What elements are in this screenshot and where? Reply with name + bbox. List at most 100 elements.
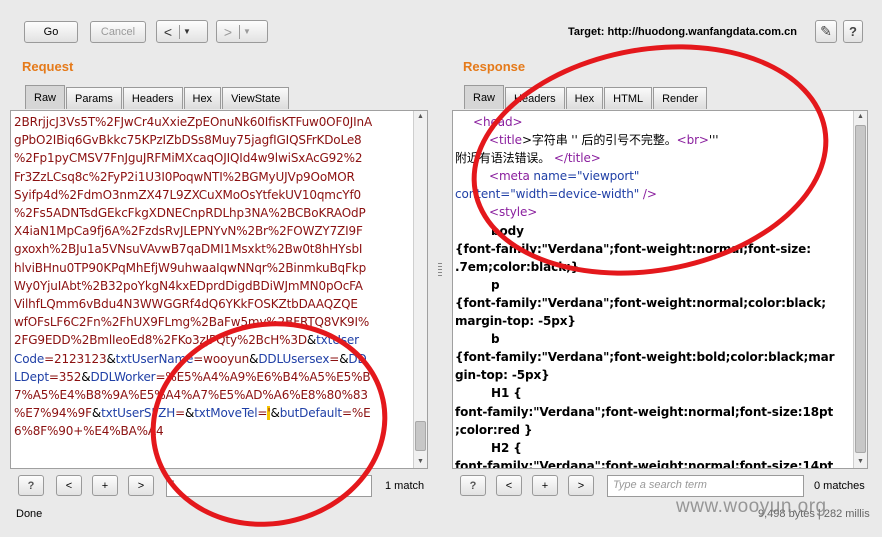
scrollbar-thumb[interactable] <box>855 125 866 453</box>
response-line: H2 { <box>455 439 867 457</box>
cancel-button[interactable]: Cancel <box>90 21 146 43</box>
response-tabs: Raw Headers Hex HTML Render <box>464 85 708 109</box>
response-token: > <box>527 205 538 220</box>
request-scrollbar[interactable]: ▲ ▼ <box>413 111 427 468</box>
help-button[interactable]: ? <box>843 20 863 43</box>
response-help-button[interactable]: ? <box>460 475 486 496</box>
request-token: txtUser <box>316 333 359 348</box>
request-add-button[interactable]: + <box>92 475 118 496</box>
request-token: 2FG9EDD%2BmlIeoEd8%2FKo3zJPQty%2BcH%3D <box>14 333 307 348</box>
response-token: </title> <box>553 151 601 166</box>
chevron-down-icon[interactable]: ▼ <box>180 27 194 36</box>
request-line: Syifp4d%2FdmO3nmZX47L9ZXCuXMoOsYtfekUV10… <box>11 186 427 204</box>
response-line: {font-family:"Verdana";font-weight:norma… <box>455 240 867 258</box>
prev-icon: < <box>65 479 73 492</box>
response-line: <head> <box>455 113 867 131</box>
prev-icon: < <box>505 479 513 492</box>
scroll-up-icon[interactable]: ▲ <box>414 111 427 123</box>
tab-hex[interactable]: Hex <box>565 87 604 109</box>
scrollbar-thumb[interactable] <box>415 421 426 451</box>
response-token: meta <box>498 169 530 184</box>
tab-headers[interactable]: Headers <box>122 87 183 109</box>
forward-button[interactable]: > ▼ <box>216 20 268 43</box>
request-token: Wy0YjuIAbt%2B32poYkgN4kxEDprdDigdBDiWJmM… <box>14 278 363 293</box>
request-line: gPbO2IBiq6GvBkkc75KPzIZbDSs8Muy75jagfIGI… <box>11 131 427 149</box>
tab-raw[interactable]: Raw <box>464 85 505 109</box>
edit-target-button[interactable]: ✎ <box>815 20 837 43</box>
scroll-down-icon[interactable]: ▼ <box>854 456 867 468</box>
request-token: Code <box>14 351 45 366</box>
response-token: /> <box>639 187 657 202</box>
request-tabs: Raw Params Headers Hex ViewState <box>25 85 290 109</box>
response-token: 附近有语法错误。 <box>455 151 554 166</box>
response-line: <meta name="viewport" <box>455 167 867 185</box>
status-text: Done <box>16 508 43 520</box>
forward-arrow-icon: > <box>223 23 233 40</box>
request-body[interactable]: 2BRrjjcJ3Vs5T%2FJwCr4uXxieZpEOnuNk60Ifis… <box>11 111 427 441</box>
response-token: H1 { <box>491 386 522 401</box>
response-line: b <box>455 330 867 348</box>
response-token: H2 { <box>491 440 522 455</box>
request-token: & <box>185 406 195 421</box>
request-token: = <box>175 406 185 421</box>
response-token: content <box>455 187 501 202</box>
request-token: & <box>270 406 280 421</box>
response-token: style <box>498 205 528 220</box>
plus-icon: + <box>101 479 109 492</box>
tab-raw[interactable]: Raw <box>25 85 66 109</box>
tab-params[interactable]: Params <box>66 87 122 109</box>
response-line: body <box>455 222 867 240</box>
request-token: =' <box>257 406 271 421</box>
request-editor[interactable]: 2BRrjjcJ3Vs5T%2FJwCr4uXxieZpEOnuNk60Ifis… <box>10 110 428 469</box>
chevron-down-icon[interactable]: ▼ <box>240 27 254 36</box>
response-line: .7em;color:black;} <box>455 258 867 276</box>
request-token: =2123123 <box>44 351 107 366</box>
go-label: Go <box>43 26 59 38</box>
request-search-input[interactable]: ' <box>166 475 372 497</box>
response-line: {font-family:"Verdana";font-weight:norma… <box>455 294 867 312</box>
request-line: LDept=352&DDLWorker=%E5%A4%A9%E6%B4%A5%E… <box>11 368 427 386</box>
response-token: > <box>512 115 523 129</box>
request-token: wfOFsLF6C2Fn%2FhUX9FLmg%2BaFw5mv%2BFRTQ8… <box>14 315 370 330</box>
response-token: ''' <box>708 133 719 148</box>
request-prev-button[interactable]: < <box>56 475 82 496</box>
scroll-down-icon[interactable]: ▼ <box>414 456 427 468</box>
request-token: X4iaN1MpCa9fj6A%2FzdsRvJLEPNYvN%2Br%2FOW… <box>14 224 363 239</box>
back-button[interactable]: < ▼ <box>156 20 208 43</box>
tab-render[interactable]: Render <box>653 87 708 109</box>
request-line: 6%8F%90+%E4%BA%A4 <box>11 422 427 440</box>
response-editor[interactable]: <head> <title>字符串 '' 后的引号不完整。<br>''' 附近有语法… <box>452 110 868 469</box>
tab-viewstate[interactable]: ViewState <box>222 87 290 109</box>
response-add-button[interactable]: + <box>532 475 558 496</box>
request-title: Request <box>22 59 74 74</box>
request-line: VilhfLQmm6vBdu4N3WWGGRf4dQ6YKkFOSKZtbDAA… <box>11 295 427 313</box>
help-icon: ? <box>27 479 35 492</box>
response-search-input[interactable]: Type a search term <box>607 475 804 497</box>
request-token: txtUserName <box>115 351 194 366</box>
request-token: VilhfLQmm6vBdu4N3WWGGRf4dQ6YKkFOSKZtbDAA… <box>14 297 358 312</box>
tab-headers[interactable]: Headers <box>505 87 565 109</box>
request-line: 2BRrjjcJ3Vs5T%2FJwCr4uXxieZpEOnuNk60Ifis… <box>11 113 427 131</box>
pane-divider[interactable] <box>438 45 443 525</box>
request-token: =%E <box>341 406 371 421</box>
go-button[interactable]: Go <box>24 21 78 43</box>
request-help-button[interactable]: ? <box>18 475 44 496</box>
response-token: p <box>491 277 500 292</box>
response-token: font-family:"Verdana";font-weight:normal… <box>455 458 834 469</box>
scroll-up-icon[interactable]: ▲ <box>854 111 867 123</box>
request-token: & <box>306 333 317 348</box>
drag-handle-icon <box>438 263 442 277</box>
response-scrollbar[interactable]: ▲ ▼ <box>853 111 867 468</box>
request-next-button[interactable]: > <box>128 475 154 496</box>
next-icon: > <box>577 479 585 492</box>
request-line: Fr3ZzLCsq8c%2FyP2i1U3I0PoqwNTI%2BGMyUJVp… <box>11 168 427 186</box>
response-prev-button[interactable]: < <box>496 475 522 496</box>
request-token: LDept <box>14 369 49 384</box>
response-next-button[interactable]: > <box>568 475 594 496</box>
response-line: font-family:"Verdana";font-weight:normal… <box>455 457 867 469</box>
response-line: p <box>455 276 867 294</box>
tab-html[interactable]: HTML <box>604 87 653 109</box>
response-body[interactable]: <head> <title>字符串 '' 后的引号不完整。<br>''' 附近有语法… <box>453 111 867 469</box>
response-line: 附近有语法错误。 </title> <box>455 149 867 167</box>
tab-hex[interactable]: Hex <box>183 87 222 109</box>
